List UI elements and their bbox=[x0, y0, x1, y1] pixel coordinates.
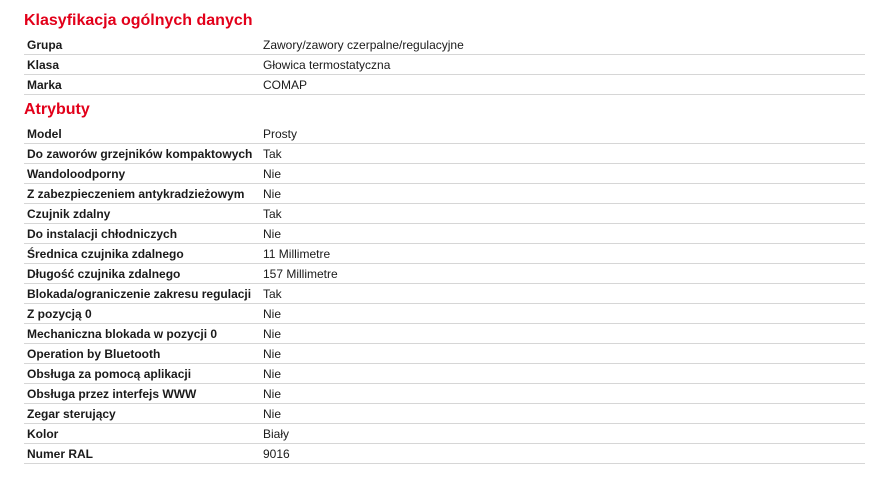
spec-row: Blokada/ograniczenie zakresu regulacji Ta… bbox=[24, 283, 865, 304]
spec-value: Biały bbox=[260, 423, 865, 444]
spec-row: Kolor Biały bbox=[24, 423, 865, 444]
spec-row: Z zabezpieczeniem antykradzieżowym Nie bbox=[24, 183, 865, 204]
attributes-table: Model Prosty Do zaworów grzejników kompakt… bbox=[24, 124, 865, 464]
spec-row: Wandoloodporny Nie bbox=[24, 163, 865, 184]
spec-label: Grupa bbox=[24, 35, 260, 55]
spec-value: Nie bbox=[260, 323, 865, 344]
spec-value: COMAP bbox=[260, 74, 865, 95]
spec-row: Zegar sterujący Nie bbox=[24, 403, 865, 424]
spec-label: Z zabezpieczeniem antykradzieżowym bbox=[24, 183, 260, 204]
spec-label: Numer RAL bbox=[24, 443, 260, 464]
spec-value: Tak bbox=[260, 143, 865, 164]
attributes-heading: Atrybuty bbox=[24, 101, 90, 118]
spec-row: Marka COMAP bbox=[24, 74, 865, 95]
spec-label: Mechaniczna blokada w pozycji 0 bbox=[24, 323, 260, 344]
spec-value: Nie bbox=[260, 403, 865, 424]
spec-label: Model bbox=[24, 124, 260, 144]
spec-value: Tak bbox=[260, 283, 865, 304]
spec-label: Do zaworów grzejników kompaktowych bbox=[24, 143, 260, 164]
spec-label: Blokada/ograniczenie zakresu regulacji bbox=[24, 283, 260, 304]
spec-value: Nie bbox=[260, 343, 865, 364]
spec-row: Obsługa przez interfejs WWW Nie bbox=[24, 383, 865, 404]
spec-row: Model Prosty bbox=[24, 124, 865, 144]
spec-label: Czujnik zdalny bbox=[24, 203, 260, 224]
spec-label: Klasa bbox=[24, 54, 260, 75]
spec-label: Do instalacji chłodniczych bbox=[24, 223, 260, 244]
classification-heading: Klasyfikacja ogólnych danych bbox=[24, 12, 253, 29]
spec-label: Wandoloodporny bbox=[24, 163, 260, 184]
spec-value: Zawory/zawory czerpalne/regulacyjne bbox=[260, 35, 865, 55]
spec-value: Tak bbox=[260, 203, 865, 224]
spec-row: Grupa Zawory/zawory czerpalne/regulacyjne bbox=[24, 35, 865, 55]
spec-value: Nie bbox=[260, 223, 865, 244]
spec-value: 9016 bbox=[260, 443, 865, 464]
spec-label: Obsługa przez interfejs WWW bbox=[24, 383, 260, 404]
spec-row: Z pozycją 0 Nie bbox=[24, 303, 865, 324]
spec-row: Średnica czujnika zdalnego 11 Millimetre bbox=[24, 243, 865, 264]
spec-value: 157 Millimetre bbox=[260, 263, 865, 284]
spec-row: Długość czujnika zdalnego 157 Millimetre bbox=[24, 263, 865, 284]
spec-label: Z pozycją 0 bbox=[24, 303, 260, 324]
spec-value: Nie bbox=[260, 363, 865, 384]
spec-label: Średnica czujnika zdalnego bbox=[24, 243, 260, 264]
spec-row: Operation by Bluetooth Nie bbox=[24, 343, 865, 364]
spec-row: Czujnik zdalny Tak bbox=[24, 203, 865, 224]
spec-value: Nie bbox=[260, 163, 865, 184]
spec-label: Marka bbox=[24, 74, 260, 95]
spec-row: Mechaniczna blokada w pozycji 0 Nie bbox=[24, 323, 865, 344]
spec-row: Do zaworów grzejników kompaktowych Tak bbox=[24, 143, 865, 164]
spec-value: 11 Millimetre bbox=[260, 243, 865, 264]
spec-label: Operation by Bluetooth bbox=[24, 343, 260, 364]
classification-table: Grupa Zawory/zawory czerpalne/regulacyjne… bbox=[24, 35, 865, 95]
spec-value: Nie bbox=[260, 303, 865, 324]
spec-label: Zegar sterujący bbox=[24, 403, 260, 424]
spec-label: Długość czujnika zdalnego bbox=[24, 263, 260, 284]
product-spec-page: Klasyfikacja ogólnych danych Grupa Zawory… bbox=[24, 10, 865, 464]
spec-value: Nie bbox=[260, 383, 865, 404]
spec-row: Klasa Głowica termostatyczna bbox=[24, 54, 865, 75]
spec-row: Obsługa za pomocą aplikacji Nie bbox=[24, 363, 865, 384]
spec-label: Kolor bbox=[24, 423, 260, 444]
spec-value: Nie bbox=[260, 183, 865, 204]
spec-value: Głowica termostatyczna bbox=[260, 54, 865, 75]
spec-label: Obsługa za pomocą aplikacji bbox=[24, 363, 260, 384]
spec-row: Do instalacji chłodniczych Nie bbox=[24, 223, 865, 244]
spec-value: Prosty bbox=[260, 124, 865, 144]
spec-row: Numer RAL 9016 bbox=[24, 443, 865, 464]
